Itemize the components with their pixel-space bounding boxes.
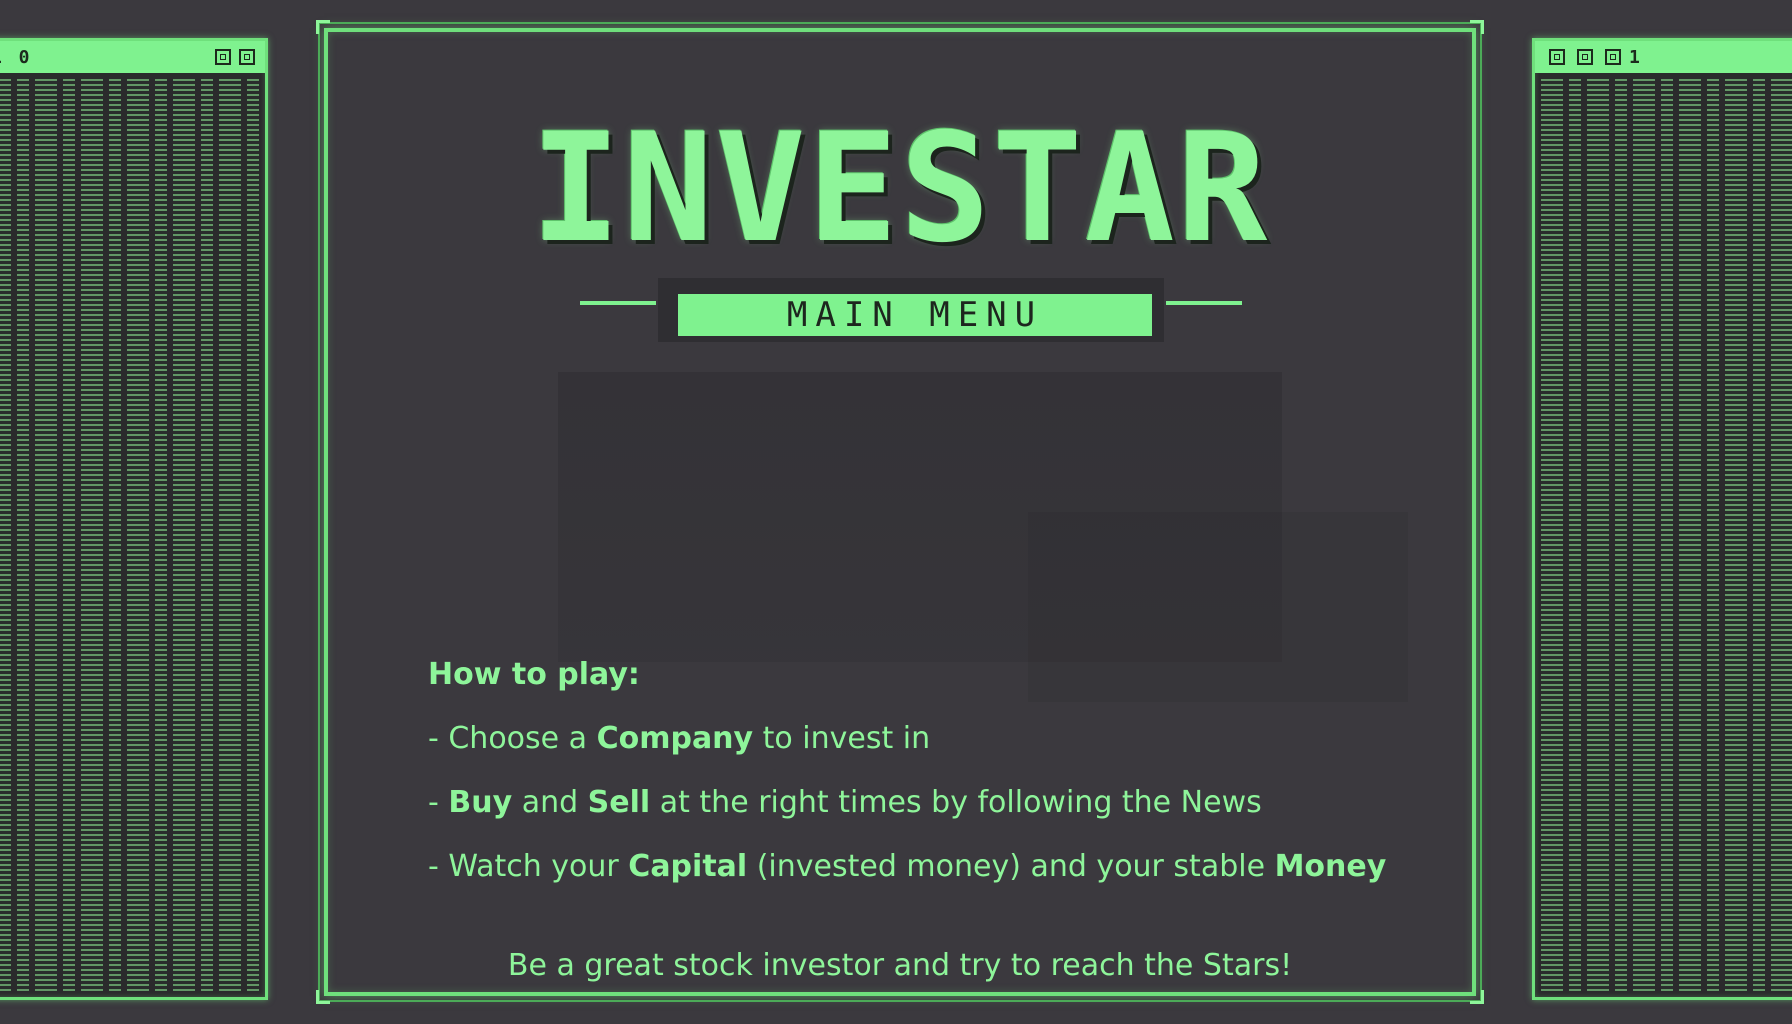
how-to-play-section: How to play: - Choose a Company to inves… <box>428 660 1386 916</box>
instruction-keyword-buy: Buy <box>448 785 513 820</box>
instruction-text: - Choose a <box>428 721 597 756</box>
instruction-keyword-capital: Capital <box>628 849 748 884</box>
panel-corner-ornament <box>1470 990 1484 1004</box>
panel-corner-ornament <box>1470 20 1484 34</box>
instruction-text: to invest in <box>753 721 931 756</box>
main-menu-header: MAIN MENU <box>328 272 1472 342</box>
instruction-text: - Watch your <box>428 849 629 884</box>
window-button-icon <box>1605 49 1621 65</box>
main-menu-panel: INVESTAR MAIN MENU How to play: - Choose… <box>316 20 1484 1004</box>
instruction-line-buy-sell: - Buy and Sell at the right times by fol… <box>428 788 1386 818</box>
window-button-icon <box>1549 49 1565 65</box>
window-button-icon <box>1577 49 1593 65</box>
game-screen: 1 0 1 INVESTAR MAIN MENU <box>0 0 1792 1024</box>
right-window-title: 1 <box>1629 46 1643 68</box>
how-to-play-heading: How to play: <box>428 657 640 692</box>
tagline: Be a great stock investor and try to rea… <box>507 948 1293 983</box>
game-title-logo: INVESTAR <box>530 102 1270 276</box>
menu-divider-right <box>1166 301 1242 305</box>
menu-divider-left <box>580 301 656 305</box>
left-window-titlebar: 1 0 <box>0 41 265 73</box>
instruction-text: and <box>512 785 588 820</box>
right-stock-data-columns <box>1541 79 1792 991</box>
instruction-keyword-company: Company <box>596 721 754 756</box>
left-window-title: 1 0 <box>0 46 33 68</box>
instruction-keyword-sell: Sell <box>587 785 651 820</box>
left-window-controls <box>215 49 255 65</box>
instruction-text: (invested money) and your stable <box>747 849 1275 884</box>
right-terminal-window: 1 <box>1532 38 1792 1000</box>
instruction-keyword-money: Money <box>1274 849 1387 884</box>
right-window-controls <box>1549 49 1621 65</box>
maximize-window-icon <box>239 49 255 65</box>
minimize-window-icon <box>215 49 231 65</box>
left-stock-data-columns <box>0 79 259 991</box>
instruction-text: - <box>428 785 449 820</box>
main-menu-button[interactable]: MAIN MENU <box>678 294 1152 336</box>
panel-corner-ornament <box>316 20 330 34</box>
right-window-titlebar: 1 <box>1535 41 1792 73</box>
instruction-line-capital: - Watch your Capital (invested money) an… <box>428 852 1386 882</box>
left-terminal-window: 1 0 <box>0 38 268 1000</box>
instruction-text: at the right times by following the News <box>650 785 1262 820</box>
panel-corner-ornament <box>316 990 330 1004</box>
instruction-line-company: - Choose a Company to invest in <box>428 724 1386 754</box>
